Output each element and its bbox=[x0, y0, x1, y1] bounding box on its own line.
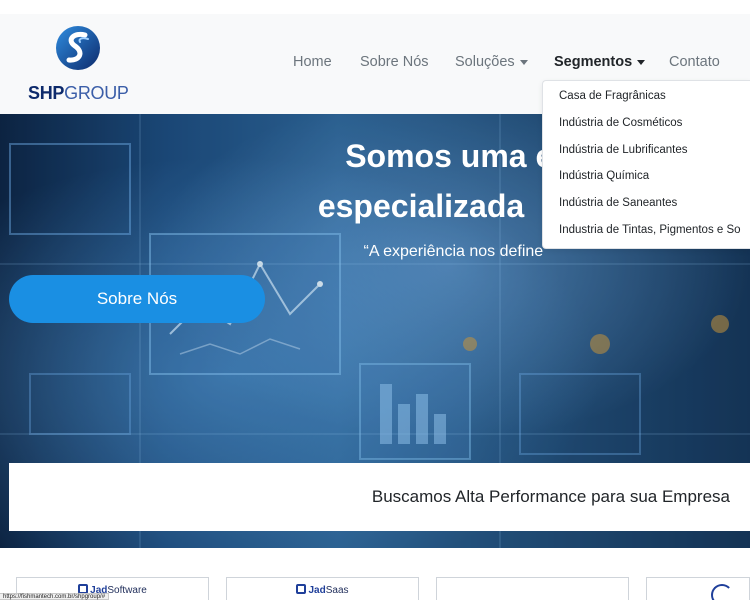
caret-down-icon bbox=[519, 59, 528, 65]
nav-sobre-nos[interactable]: Sobre Nós bbox=[360, 52, 429, 72]
logo-text-group: GROUP bbox=[64, 83, 129, 103]
performance-banner: Buscamos Alta Performance para sua Empre… bbox=[9, 463, 750, 531]
dropdown-item-cosmeticos[interactable]: Indústria de Cosméticos bbox=[543, 110, 750, 137]
partner-card-4[interactable] bbox=[646, 577, 750, 600]
nav-segmentos-label: Segmentos bbox=[554, 54, 633, 70]
jad-software-logo-software: Software bbox=[107, 585, 147, 596]
dropdown-item-fragrancias[interactable]: Casa de Fragrânicas bbox=[543, 83, 750, 110]
dropdown-item-quimica[interactable]: Indústria Química bbox=[543, 163, 750, 190]
jad-saas-logo-jad: Jad bbox=[308, 585, 326, 596]
browser-status-url: https://fishmantech.com.br/shpgroup/# bbox=[0, 593, 110, 600]
performance-tagline: Buscamos Alta Performance para sua Empre… bbox=[371, 487, 730, 506]
window-top-strip bbox=[0, 0, 750, 14]
partner-card-jad-saas[interactable]: JadSaas bbox=[226, 577, 419, 600]
caret-down-icon bbox=[637, 59, 646, 65]
shp-group-logo[interactable]: SHPGROUP bbox=[28, 24, 132, 106]
partner-circle-logo-icon bbox=[711, 584, 733, 600]
jad-square-icon bbox=[296, 584, 307, 594]
sobre-nos-button[interactable]: Sobre Nós bbox=[9, 275, 265, 323]
nav-solucoes-label: Soluções bbox=[455, 54, 515, 70]
nav-segmentos[interactable]: Segmentos bbox=[554, 52, 646, 72]
partner-card-3[interactable] bbox=[436, 577, 629, 600]
logo-text-shp: SHP bbox=[28, 83, 65, 103]
jad-saas-logo-saas: Saas bbox=[325, 585, 349, 596]
nav-contato[interactable]: Contato bbox=[669, 52, 720, 72]
dropdown-item-saneantes[interactable]: Indústria de Saneantes bbox=[543, 190, 750, 217]
partner-cards: Jad Software JadSaas bbox=[0, 548, 750, 600]
segmentos-dropdown-menu: Casa de Fragrânicas Indústria de Cosméti… bbox=[542, 80, 750, 249]
dropdown-item-lubrificantes[interactable]: Indústria de Lubrificantes bbox=[543, 137, 750, 164]
shp-swirl-logo-icon bbox=[56, 26, 100, 70]
dropdown-item-tintas[interactable]: Industria de Tintas, Pigmentos e So bbox=[543, 217, 750, 244]
jad-saas-logo: JadSaas bbox=[227, 584, 418, 596]
nav-home[interactable]: Home bbox=[293, 52, 332, 72]
logo-wordmark: SHPGROUP bbox=[28, 82, 132, 104]
nav-solucoes[interactable]: Soluções bbox=[455, 52, 528, 72]
